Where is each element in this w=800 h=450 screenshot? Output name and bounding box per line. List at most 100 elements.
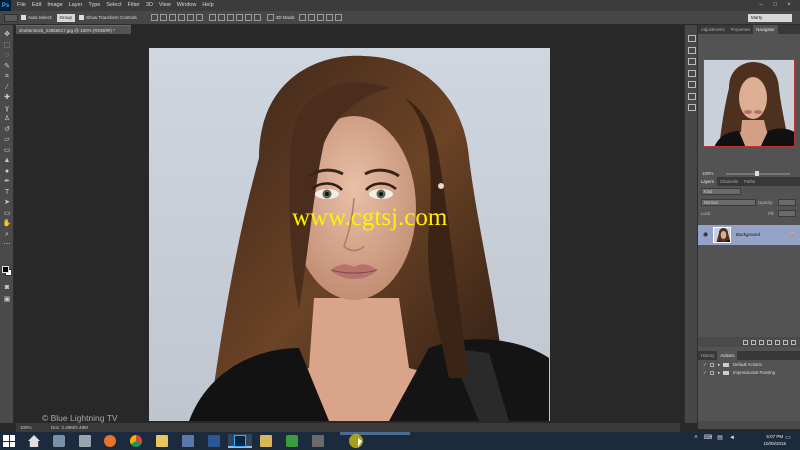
foreground-color-swatch[interactable] bbox=[2, 266, 9, 273]
align-right-icon[interactable] bbox=[195, 14, 203, 21]
navigator-zoom-handle[interactable] bbox=[755, 171, 759, 176]
file-explorer-icon[interactable] bbox=[150, 434, 174, 448]
new-group-icon[interactable] bbox=[775, 339, 780, 345]
minimize-button[interactable]: – bbox=[754, 0, 768, 11]
eraser-tool-icon[interactable]: ▱ bbox=[1, 135, 13, 146]
workspace-switcher[interactable]: Marty bbox=[748, 14, 792, 22]
distribute-left-icon[interactable] bbox=[235, 14, 243, 21]
close-button[interactable]: × bbox=[782, 0, 796, 11]
dodge-tool-icon[interactable]: ● bbox=[1, 167, 13, 178]
tab-navigator[interactable]: Navigator bbox=[753, 25, 778, 34]
action-set-row[interactable]: ✓ ▸ Default Actions bbox=[698, 361, 800, 369]
status-doc-size[interactable]: Doc: 2.49M/2.49M bbox=[51, 423, 88, 432]
clone-stamp-tool-icon[interactable]: ♙ bbox=[1, 114, 13, 125]
navigator-preview[interactable] bbox=[703, 59, 795, 147]
paragraph-panel-icon[interactable] bbox=[688, 81, 696, 88]
3d-drag-icon[interactable] bbox=[317, 14, 325, 21]
move-tool-icon[interactable]: ✥ bbox=[1, 30, 13, 41]
photoshop-taskbar-icon[interactable] bbox=[228, 434, 252, 448]
windows-start-icon[interactable] bbox=[3, 435, 15, 447]
layer-filter-dropdown[interactable]: Kind bbox=[701, 188, 741, 195]
menu-help[interactable]: Help bbox=[202, 0, 213, 11]
crop-tool-icon[interactable]: ⌗ bbox=[1, 72, 13, 83]
3d-roll-icon[interactable] bbox=[308, 14, 316, 21]
layer-name[interactable]: Background bbox=[736, 232, 760, 237]
clone-source-panel-icon[interactable] bbox=[688, 58, 696, 65]
3d-scale-icon[interactable] bbox=[335, 14, 343, 21]
type-tool-icon[interactable]: T bbox=[1, 188, 13, 199]
tab-actions[interactable]: Actions bbox=[717, 351, 738, 360]
display-icon[interactable] bbox=[176, 434, 200, 448]
word-icon[interactable] bbox=[202, 434, 226, 448]
status-zoom[interactable]: 100% bbox=[20, 423, 32, 432]
menu-layer[interactable]: Layer bbox=[69, 0, 83, 11]
fill-field[interactable] bbox=[778, 210, 796, 217]
align-hcenter-icon[interactable] bbox=[186, 14, 194, 21]
maximize-button[interactable]: □ bbox=[768, 0, 782, 11]
auto-select-checkbox[interactable] bbox=[21, 15, 26, 20]
3d-slide-icon[interactable] bbox=[326, 14, 334, 21]
history-panel-icon[interactable] bbox=[688, 35, 696, 42]
blend-mode-dropdown[interactable]: Normal bbox=[701, 199, 756, 206]
navigator-zoom-value[interactable]: 100% bbox=[702, 171, 714, 176]
quick-select-tool-icon[interactable]: ✎ bbox=[1, 62, 13, 73]
folder-taskbar-icon[interactable] bbox=[254, 434, 278, 448]
pen-tool-icon[interactable]: ✒ bbox=[1, 177, 13, 188]
firefox-icon[interactable] bbox=[98, 434, 122, 448]
zoom-tool-icon[interactable]: ⌕ bbox=[1, 230, 13, 241]
align-top-icon[interactable] bbox=[150, 14, 158, 21]
quick-mask-icon[interactable]: ◙ bbox=[1, 283, 13, 294]
tool-preset-picker[interactable] bbox=[4, 13, 18, 22]
show-transform-checkbox[interactable] bbox=[79, 15, 85, 20]
3d-rotate-icon[interactable] bbox=[299, 14, 307, 21]
menu-filter[interactable]: Filter bbox=[128, 0, 140, 11]
edit-toolbar-icon[interactable]: ⋯ bbox=[1, 240, 13, 251]
check-icon[interactable]: ✓ bbox=[703, 361, 707, 369]
taskbar-clock[interactable]: 5:07 PM 10/25/2015 bbox=[763, 434, 786, 447]
menu-3d[interactable]: 3D bbox=[146, 0, 153, 11]
media-app-icon[interactable] bbox=[306, 434, 330, 448]
tray-arrow-icon[interactable]: ˄ bbox=[690, 435, 702, 441]
document-tab[interactable]: shutterstock_23856617.jpg @ 100% (RGB/8#… bbox=[16, 25, 131, 34]
gradient-tool-icon[interactable]: ▭ bbox=[1, 146, 13, 157]
layer-row[interactable]: ◉ Background 🔒 bbox=[698, 225, 800, 245]
eyedropper-tool-icon[interactable]: ⁄ bbox=[1, 83, 13, 94]
distribute-top-icon[interactable] bbox=[208, 14, 216, 21]
path-select-tool-icon[interactable]: ➤ bbox=[1, 198, 13, 209]
add-mask-icon[interactable] bbox=[759, 339, 764, 345]
auto-select-dropdown[interactable]: Group bbox=[56, 13, 76, 22]
align-vcenter-icon[interactable] bbox=[159, 14, 167, 21]
distribute-vcenter-icon[interactable] bbox=[217, 14, 225, 21]
properties-panel-icon[interactable] bbox=[688, 104, 696, 111]
lasso-tool-icon[interactable]: ◌ bbox=[1, 51, 13, 62]
brush-tool-icon[interactable]: ɣ bbox=[1, 104, 13, 115]
home-icon[interactable] bbox=[22, 434, 46, 448]
info-panel-icon[interactable] bbox=[688, 92, 696, 100]
action-set-row[interactable]: ✓ ▸ Impressionist Painting bbox=[698, 369, 800, 377]
distribute-right-icon[interactable] bbox=[253, 14, 261, 21]
network-icon[interactable]: ▤ bbox=[714, 434, 726, 441]
menu-view[interactable]: View bbox=[159, 0, 171, 11]
adjustment-layer-icon[interactable] bbox=[767, 339, 772, 345]
history-brush-tool-icon[interactable]: ↺ bbox=[1, 125, 13, 136]
check-icon[interactable]: ✓ bbox=[703, 369, 707, 377]
volume-icon[interactable]: ◄ bbox=[726, 435, 738, 441]
blur-tool-icon[interactable]: ▲ bbox=[1, 156, 13, 167]
trash-icon[interactable] bbox=[791, 339, 796, 345]
marquee-tool-icon[interactable]: ⬚ bbox=[1, 41, 13, 52]
link-layers-icon[interactable] bbox=[743, 339, 748, 345]
hand-tool-icon[interactable]: ✋ bbox=[1, 219, 13, 230]
tab-layers[interactable]: Layers bbox=[698, 177, 717, 186]
brush-panel-icon[interactable] bbox=[688, 46, 696, 54]
expand-arrow-icon[interactable]: ▸ bbox=[718, 361, 720, 369]
distribute-hcenter-icon[interactable] bbox=[244, 14, 252, 21]
keyboard-icon[interactable]: ⌨ bbox=[702, 434, 714, 441]
auto-align-icon[interactable] bbox=[266, 14, 274, 21]
menu-type[interactable]: Type bbox=[88, 0, 100, 11]
tab-paths[interactable]: Paths bbox=[741, 177, 758, 186]
dialog-toggle-icon[interactable] bbox=[710, 363, 714, 367]
menu-image[interactable]: Image bbox=[47, 0, 62, 11]
explorer-window-icon[interactable] bbox=[73, 434, 97, 448]
menu-select[interactable]: Select bbox=[106, 0, 121, 11]
shield-icon[interactable] bbox=[47, 434, 71, 448]
